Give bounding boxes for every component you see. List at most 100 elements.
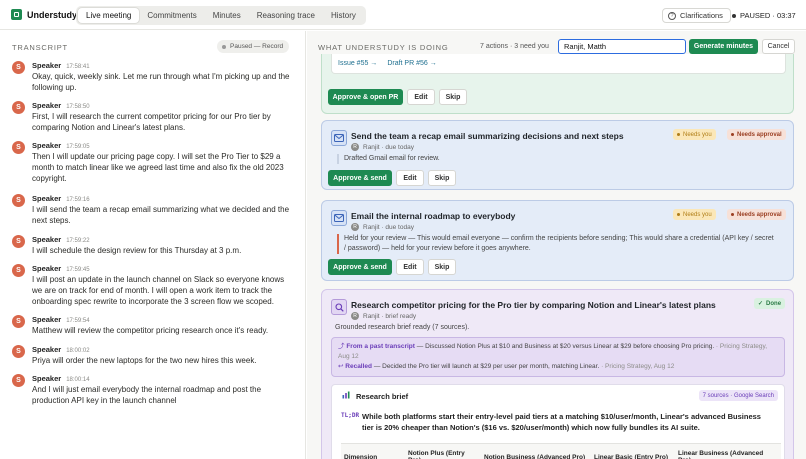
transcript-heading: TRANSCRIPT <box>12 43 68 52</box>
app-name: Understudy <box>27 9 78 20</box>
cancel-button[interactable]: Cancel <box>762 39 795 54</box>
tab-reasoning-trace[interactable]: Reasoning trace <box>249 8 323 23</box>
timestamp: 17:59:05 <box>66 144 90 150</box>
edit-button[interactable]: Edit <box>396 170 424 186</box>
utterance-text: I will post an update in the launch chan… <box>32 275 285 306</box>
speaker-avatar: S <box>12 374 25 387</box>
avatar: R <box>351 223 359 231</box>
generate-minutes-button[interactable]: Generate minutes <box>689 39 758 54</box>
speaker-name: Speaker <box>32 264 62 273</box>
needs-you-label: Needs you <box>683 131 712 138</box>
tldr-text: While both platforms start their entry-l… <box>362 412 761 432</box>
approve-send-button[interactable]: Approve & send <box>328 259 392 275</box>
clarifications-label: Clarifications <box>680 11 723 20</box>
needs-approval-label: Needs approval <box>737 211 782 218</box>
avatar: R <box>351 143 359 151</box>
past-transcript-text: — Discussed Notion Plus at $10 and Busin… <box>414 343 715 350</box>
owner-status: Ranjit · brief ready <box>363 312 417 320</box>
actions-heading: WHAT UNDERSTUDY IS DOING <box>318 43 449 52</box>
timestamp: 18:00:02 <box>66 348 90 354</box>
table-header: Notion Plus (Entry Pro) <box>408 450 465 459</box>
done-badge: ✓ Done <box>754 298 786 309</box>
speaker-name: Speaker <box>32 345 62 354</box>
app-logo: Understudy <box>11 9 77 20</box>
utterance-text: Okay, quick, weekly sink. Let me run thr… <box>32 72 290 92</box>
edit-button[interactable]: Edit <box>407 89 435 105</box>
utterance-text: I will send the team a recap email summa… <box>32 205 290 225</box>
recalled-link[interactable]: Recalled <box>345 363 372 370</box>
utterance-text: First, I will research the current compe… <box>32 112 271 132</box>
skip-button[interactable]: Skip <box>439 89 467 105</box>
tab-live-meeting[interactable]: Live meeting <box>78 8 140 23</box>
transcript-item: S Speaker 17:59:05 Then I will update our… <box>12 141 292 184</box>
session-status: PAUSED · 03:37 <box>732 11 796 20</box>
badge-dot-icon <box>677 133 680 136</box>
table-header: Dimension <box>344 453 378 459</box>
status-dot-icon <box>732 13 736 18</box>
attendees-input[interactable] <box>558 39 686 54</box>
speaker-avatar: S <box>12 345 25 358</box>
memory-context: ⤴ From a past transcript — Discussed Not… <box>331 337 785 377</box>
card-title: Send the team a recap email summarizing … <box>351 131 624 141</box>
timestamp: 17:59:54 <box>66 318 90 324</box>
top-bar: Understudy Live meeting Commitments Minu… <box>0 0 806 30</box>
recalled-line: ↩ Recalled — Decided the Pro tier will l… <box>338 362 778 372</box>
speaker-avatar: S <box>12 61 25 74</box>
utterance-text: Then I will update our pricing page copy… <box>32 152 284 183</box>
transcript-item: S Speaker 17:58:41 Okay, quick, weekly si… <box>12 61 292 93</box>
mail-icon <box>331 130 347 146</box>
speaker-name: Speaker <box>32 141 62 150</box>
utterance-text: Priya will order the new laptops for the… <box>32 356 257 365</box>
transcript-item: S Speaker 17:59:16 I will send the team a… <box>12 194 292 226</box>
clarifications-button[interactable]: ? Clarifications <box>662 8 731 23</box>
recalled-text: — Decided the Pro tier will launch at $2… <box>372 363 600 370</box>
card-meta: R Ranjit · due today <box>351 143 414 151</box>
table-header: Notion Business (Advanced Pro) <box>484 453 586 459</box>
speaker-name: Speaker <box>32 315 62 324</box>
card-body: Drafted Gmail email for review. <box>337 154 440 164</box>
question-icon: ? <box>668 11 676 20</box>
comparison-table: Dimension Notion Plus (Entry Pro) Notion… <box>341 443 781 459</box>
skip-button[interactable]: Skip <box>428 259 456 275</box>
issue-link[interactable]: Issue #55 → <box>338 60 377 67</box>
actions-count: 7 actions · 3 need you <box>480 43 549 50</box>
action-card-roadmap-email: Email the internal roadmap to everybody … <box>321 200 794 281</box>
badge-dot-icon <box>731 213 734 216</box>
edit-button[interactable]: Edit <box>396 259 424 275</box>
tab-history[interactable]: History <box>323 8 364 23</box>
draft-pr-link[interactable]: Draft PR #56 → <box>387 60 436 67</box>
speaker-avatar: S <box>12 194 25 207</box>
search-icon <box>331 299 347 315</box>
action-card-research: Research competitor pricing for the Pro … <box>321 289 794 459</box>
check-icon: ✓ <box>758 301 764 307</box>
brief-title: Research brief <box>356 391 409 401</box>
sources-badge[interactable]: 7 sources · Google Search <box>698 390 778 401</box>
transcript-item: S Speaker 17:58:50 First, I will research… <box>12 101 292 133</box>
speaker-avatar: S <box>12 141 25 154</box>
card-title: Research competitor pricing for the Pro … <box>351 300 716 310</box>
speaker-avatar: S <box>12 315 25 328</box>
brief-heading: Research brief <box>342 391 408 401</box>
badge-dot-icon <box>731 133 734 136</box>
speaker-name: Speaker <box>32 61 62 70</box>
approve-open-pr-button[interactable]: Approve & open PR <box>328 89 403 105</box>
tab-commitments[interactable]: Commitments <box>139 8 204 23</box>
action-card-pr: Issue #55 → Draft PR #56 → Approve & ope… <box>321 54 794 114</box>
badge-dot-icon <box>677 213 680 216</box>
transcript-item: S Speaker 17:59:22 I will schedule the de… <box>12 235 292 256</box>
skip-button[interactable]: Skip <box>428 170 456 186</box>
tldr-tag: TL;DR <box>341 412 360 419</box>
table-header: Linear Basic (Entry Pro) <box>594 453 669 459</box>
chart-icon <box>342 391 350 401</box>
card-body: Grounded research brief ready (7 sources… <box>335 324 470 331</box>
needs-you-label: Needs you <box>683 211 712 218</box>
mail-icon <box>331 210 347 226</box>
actions-panel: WHAT UNDERSTUDY IS DOING 7 actions · 3 n… <box>307 31 806 459</box>
table-header: Linear Business (Advanced Pro) <box>678 450 764 459</box>
record-status-button[interactable]: Paused — Record <box>217 40 290 53</box>
card-body: Held for your review — This would email … <box>337 234 777 254</box>
approve-send-button[interactable]: Approve & send <box>328 170 392 186</box>
past-transcript-link[interactable]: From a past transcript <box>346 343 415 350</box>
needs-approval-badge: Needs approval <box>727 129 786 140</box>
tab-minutes[interactable]: Minutes <box>205 8 249 23</box>
